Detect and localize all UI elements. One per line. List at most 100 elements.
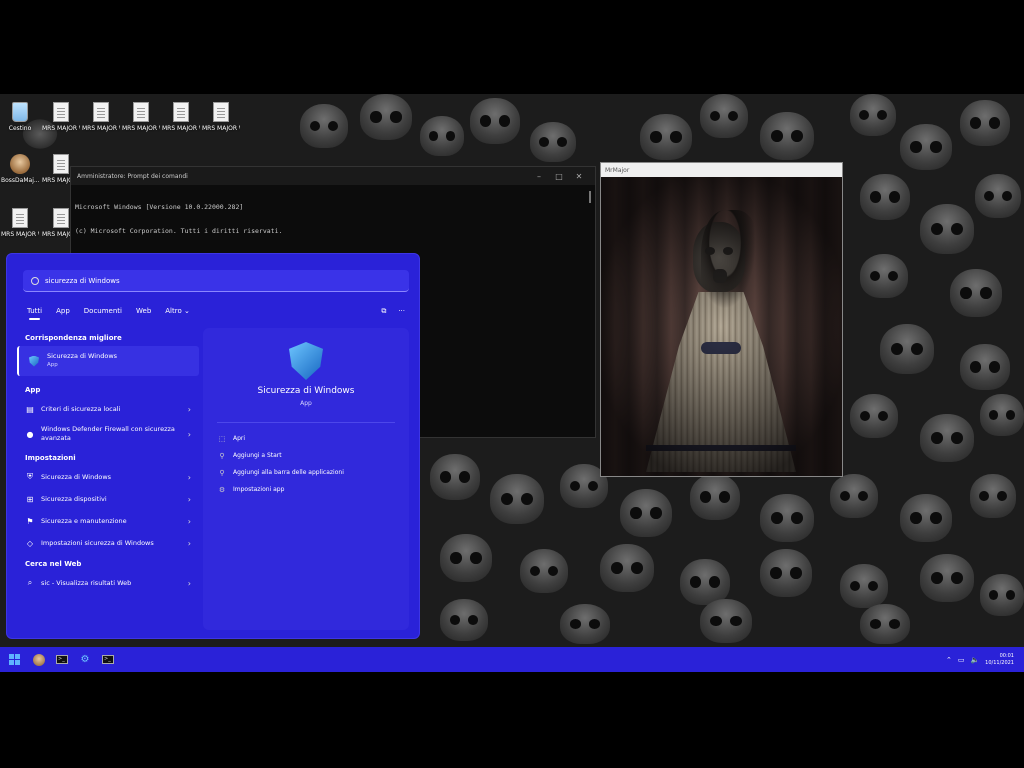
cmd-title: Amministratore: Prompt dei comandi bbox=[77, 172, 188, 180]
clock-date: 10/11/2021 bbox=[985, 659, 1014, 666]
document-icon bbox=[12, 208, 28, 228]
result-label: Sicurezza di Windows bbox=[41, 472, 112, 481]
cmd-line: Microsoft Windows [Versione 10.0.22000.2… bbox=[75, 203, 244, 211]
cmd-taskbar-button[interactable]: >_ bbox=[99, 651, 117, 669]
desktop-icon-label: MRS MAJOR WANTS TO... bbox=[82, 125, 120, 132]
chevron-right-icon[interactable]: › bbox=[188, 517, 191, 526]
result-label: Criteri di sicurezza locali bbox=[41, 404, 121, 413]
desktop-icon-label: BossDaMaj... bbox=[1, 177, 39, 184]
desktop-icon-label: Cestino bbox=[8, 125, 32, 132]
more-options-icon[interactable]: ··· bbox=[398, 307, 405, 315]
cmd-line: (c) Microsoft Corporation. Tutti i dirit… bbox=[75, 227, 283, 235]
chevron-right-icon[interactable]: › bbox=[188, 430, 191, 439]
cmd-titlebar[interactable]: Amministratore: Prompt dei comandi – □ ✕ bbox=[71, 167, 595, 185]
tab-more[interactable]: Altro ⌄ bbox=[165, 307, 190, 315]
action-pin-to-start[interactable]: ⚲ Aggiungi a Start bbox=[217, 447, 344, 464]
open-icon: ⬚ bbox=[218, 434, 226, 443]
policy-icon: ▤ bbox=[26, 404, 34, 414]
minimize-button[interactable]: – bbox=[529, 172, 549, 181]
search-filter-tabs: Tutti App Documenti Web Altro ⌄ ⧉ ··· bbox=[27, 304, 405, 320]
action-label: Impostazioni app bbox=[233, 486, 285, 493]
action-app-settings[interactable]: ⚙ Impostazioni app bbox=[217, 481, 344, 498]
desktop-icon-recycle-bin[interactable]: Cestino bbox=[1, 102, 39, 132]
result-label: Windows Defender Firewall con sicurezza … bbox=[41, 425, 175, 442]
recycle-bin-icon bbox=[12, 102, 28, 122]
result-web-search[interactable]: ⌕ sic - Visualizza risultati Web › bbox=[17, 572, 199, 594]
result-title: Sicurezza di Windows bbox=[47, 352, 118, 360]
chevron-right-icon[interactable]: › bbox=[188, 495, 191, 504]
action-pin-to-taskbar[interactable]: ⚲ Aggiungi alla barra delle applicazioni bbox=[217, 464, 343, 481]
detail-subtitle: App bbox=[300, 400, 312, 407]
device-security-icon: ⊞ bbox=[26, 494, 34, 504]
shield-outline-icon: ◇ bbox=[26, 538, 34, 548]
search-input-value: sicurezza di Windows bbox=[45, 276, 120, 285]
taskbar-clock[interactable]: 00:01 10/11/2021 bbox=[985, 653, 1014, 667]
desktop-icon-label: MRS MAJOR WANTS TO... bbox=[162, 125, 200, 132]
desktop-icon-file[interactable]: MRS MAJOR WANTS TO... bbox=[122, 102, 160, 132]
cmd-scrollbar[interactable] bbox=[589, 191, 591, 203]
start-button[interactable] bbox=[5, 651, 23, 669]
tab-documents[interactable]: Documenti bbox=[84, 307, 122, 315]
result-setting-windows-security[interactable]: ⛨ Sicurezza di Windows › bbox=[17, 466, 199, 488]
taskbar: >_ ⚙ >_ ⌃ ▭ 🔈 00:01 10/11/2021 bbox=[0, 647, 1024, 672]
viewer-title: MrMajor bbox=[605, 166, 630, 174]
desktop-icon-file[interactable]: MRS MAJOR WANTS TO... bbox=[82, 102, 120, 132]
search-icon: ⌕ bbox=[27, 578, 33, 587]
result-setting-security-maintenance[interactable]: ⚑ Sicurezza e manutenzione › bbox=[17, 510, 199, 532]
best-match-header: Corrispondenza migliore bbox=[25, 334, 122, 342]
maximize-button[interactable]: □ bbox=[549, 172, 569, 181]
result-subtitle: App bbox=[47, 362, 58, 368]
settings-header: Impostazioni bbox=[25, 454, 76, 462]
desktop-icon-file[interactable]: MRS MAJOR WANTS TO... bbox=[162, 102, 200, 132]
share-icon[interactable]: ⧉ bbox=[381, 307, 386, 316]
desktop-icon-skull-app[interactable]: BossDaMaj... bbox=[1, 154, 39, 184]
desktop-icon-file[interactable]: MRS MAJOR WANTS TO... bbox=[202, 102, 240, 132]
action-label: Apri bbox=[233, 435, 246, 442]
document-icon bbox=[53, 208, 69, 228]
result-defender-firewall[interactable]: ● Windows Defender Firewall con sicurezz… bbox=[17, 420, 199, 448]
result-setting-device-security[interactable]: ⊞ Sicurezza dispositivi › bbox=[17, 488, 199, 510]
desktop-icon-label: MRS MAJOR WANTS TO... bbox=[1, 231, 39, 238]
skull-app-taskbar-icon[interactable] bbox=[33, 653, 45, 666]
result-local-security-policy[interactable]: ▤ Criteri di sicurezza locali › bbox=[17, 398, 199, 420]
chevron-right-icon[interactable]: › bbox=[188, 473, 191, 482]
settings-taskbar-button[interactable]: ⚙ bbox=[76, 651, 94, 669]
result-setting-windows-security-settings[interactable]: ◇ Impostazioni sicurezza di Windows › bbox=[17, 532, 199, 554]
gear-icon: ⚙ bbox=[218, 485, 226, 494]
chevron-right-icon[interactable]: › bbox=[188, 539, 191, 548]
image-viewer-window[interactable]: MrMajor bbox=[600, 162, 843, 477]
detail-title: Sicurezza di Windows bbox=[257, 386, 355, 396]
desktop-icon-file[interactable]: MRS MAJOR WANTS TO... bbox=[42, 102, 80, 132]
cmd-icon: >_ bbox=[102, 655, 114, 664]
gear-icon: ⚙ bbox=[80, 654, 90, 665]
shield-icon: ⛨ bbox=[27, 472, 33, 481]
close-button[interactable]: ✕ bbox=[569, 172, 589, 181]
desktop-icon-file[interactable]: MRS MAJOR WANTS TO... bbox=[1, 208, 39, 238]
pin-taskbar-icon: ⚲ bbox=[219, 468, 225, 477]
document-icon bbox=[93, 102, 109, 122]
tab-all[interactable]: Tutti bbox=[27, 307, 42, 320]
result-label: Impostazioni sicurezza di Windows bbox=[41, 538, 154, 547]
tab-apps[interactable]: App bbox=[56, 307, 70, 315]
network-icon[interactable]: ▭ bbox=[958, 656, 965, 664]
divider bbox=[217, 422, 395, 423]
start-search-panel[interactable]: sicurezza di Windows Tutti App Documenti… bbox=[6, 253, 420, 639]
doll-image bbox=[601, 177, 842, 476]
action-open[interactable]: ⬚ Apri bbox=[217, 430, 344, 447]
apps-header: App bbox=[25, 386, 41, 394]
terminal-icon: >_ bbox=[56, 655, 68, 664]
document-icon bbox=[133, 102, 149, 122]
chevron-right-icon[interactable]: › bbox=[188, 405, 191, 414]
search-input[interactable]: sicurezza di Windows bbox=[23, 270, 409, 292]
result-best-match[interactable]: Sicurezza di Windows App bbox=[17, 346, 199, 376]
result-label: Sicurezza e manutenzione bbox=[41, 516, 127, 525]
chevron-up-icon[interactable]: ⌃ bbox=[946, 656, 952, 664]
terminal-taskbar-button[interactable]: >_ bbox=[53, 651, 71, 669]
chevron-right-icon[interactable]: › bbox=[188, 579, 191, 588]
volume-icon[interactable]: 🔈 bbox=[970, 656, 979, 664]
desktop-icon-label: MRS MAJOR WANTS TO... bbox=[202, 125, 240, 132]
pin-icon: ⚲ bbox=[219, 451, 225, 460]
windows-logo-icon bbox=[8, 654, 20, 665]
tab-web[interactable]: Web bbox=[136, 307, 151, 315]
viewer-titlebar[interactable]: MrMajor bbox=[601, 163, 842, 177]
